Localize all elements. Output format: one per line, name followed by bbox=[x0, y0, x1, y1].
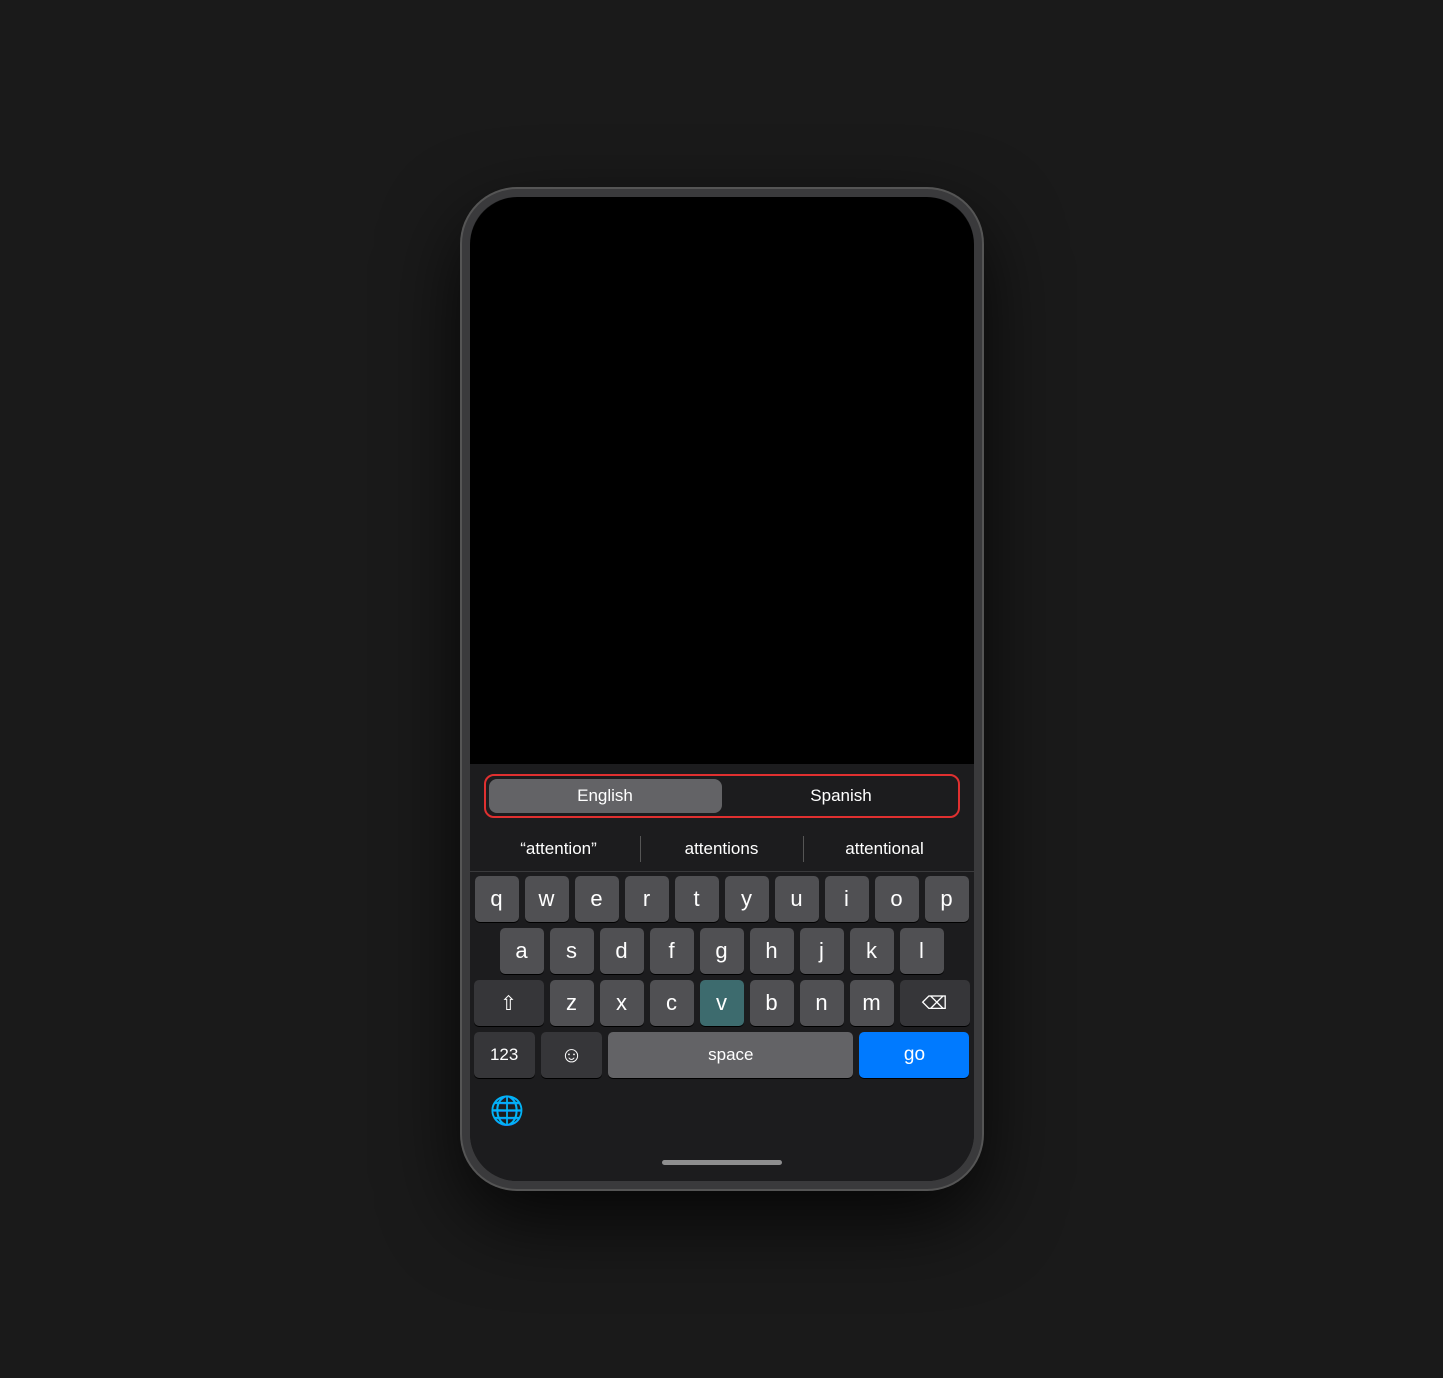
key-d[interactable]: d bbox=[600, 928, 644, 974]
key-f[interactable]: f bbox=[650, 928, 694, 974]
key-a[interactable]: a bbox=[500, 928, 544, 974]
keyboard-container: English Spanish “attention” attentions a… bbox=[470, 764, 974, 1181]
top-area bbox=[470, 197, 974, 764]
screen: English Spanish “attention” attentions a… bbox=[470, 197, 974, 1181]
autocomplete-item-2[interactable]: attentions bbox=[641, 826, 803, 871]
autocomplete-item-1[interactable]: “attention” bbox=[478, 826, 640, 871]
key-q[interactable]: q bbox=[475, 876, 519, 922]
phone-frame: English Spanish “attention” attentions a… bbox=[462, 189, 982, 1189]
shift-key[interactable]: ⇧ bbox=[474, 980, 544, 1026]
key-row-1: q w e r t y u i o p bbox=[474, 876, 970, 922]
key-e[interactable]: e bbox=[575, 876, 619, 922]
key-i[interactable]: i bbox=[825, 876, 869, 922]
bottom-bar: 🌐 bbox=[470, 1084, 974, 1152]
key-g[interactable]: g bbox=[700, 928, 744, 974]
key-p[interactable]: p bbox=[925, 876, 969, 922]
spanish-label: Spanish bbox=[810, 786, 871, 806]
key-y[interactable]: y bbox=[725, 876, 769, 922]
language-switcher: English Spanish bbox=[484, 774, 960, 818]
key-o[interactable]: o bbox=[875, 876, 919, 922]
autocomplete-bar: “attention” attentions attentional bbox=[470, 826, 974, 872]
key-v[interactable]: v bbox=[700, 980, 744, 1026]
english-label: English bbox=[577, 786, 633, 806]
home-indicator-area bbox=[470, 1152, 974, 1181]
key-l[interactable]: l bbox=[900, 928, 944, 974]
backspace-key[interactable]: ⌫ bbox=[900, 980, 970, 1026]
key-row-3: ⇧ z x c v b n m ⌫ bbox=[474, 980, 970, 1026]
key-j[interactable]: j bbox=[800, 928, 844, 974]
key-t[interactable]: t bbox=[675, 876, 719, 922]
emoji-key[interactable]: ☺ bbox=[541, 1032, 602, 1078]
autocomplete-item-3[interactable]: attentional bbox=[804, 826, 966, 871]
key-r[interactable]: r bbox=[625, 876, 669, 922]
key-u[interactable]: u bbox=[775, 876, 819, 922]
key-m[interactable]: m bbox=[850, 980, 894, 1026]
key-k[interactable]: k bbox=[850, 928, 894, 974]
key-z[interactable]: z bbox=[550, 980, 594, 1026]
globe-icon[interactable]: 🌐 bbox=[490, 1094, 525, 1127]
go-key[interactable]: go bbox=[859, 1032, 969, 1078]
key-w[interactable]: w bbox=[525, 876, 569, 922]
spanish-tab[interactable]: Spanish bbox=[725, 776, 958, 816]
key-c[interactable]: c bbox=[650, 980, 694, 1026]
key-h[interactable]: h bbox=[750, 928, 794, 974]
english-tab[interactable]: English bbox=[489, 779, 722, 813]
numbers-key[interactable]: 123 bbox=[474, 1032, 535, 1078]
key-row-2: a s d f g h j k l bbox=[474, 928, 970, 974]
space-key[interactable]: space bbox=[608, 1032, 853, 1078]
home-indicator bbox=[662, 1160, 782, 1165]
key-b[interactable]: b bbox=[750, 980, 794, 1026]
key-s[interactable]: s bbox=[550, 928, 594, 974]
key-n[interactable]: n bbox=[800, 980, 844, 1026]
keyboard-rows: q w e r t y u i o p a s d f g bbox=[470, 872, 974, 1078]
key-row-4: 123 ☺ space go bbox=[474, 1032, 970, 1078]
key-x[interactable]: x bbox=[600, 980, 644, 1026]
